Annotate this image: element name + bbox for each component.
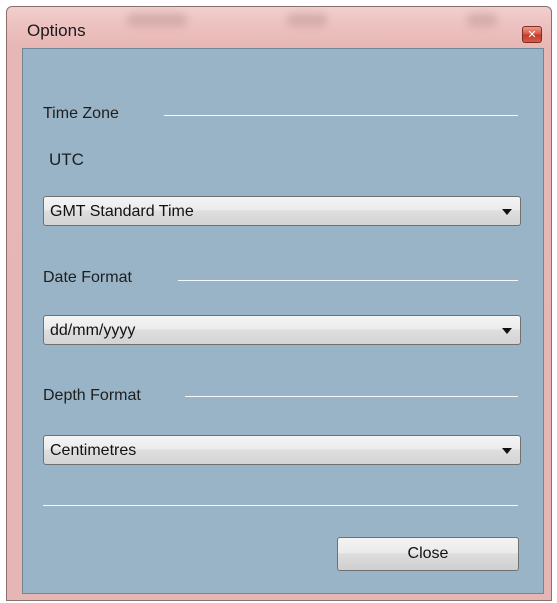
date-format-value: dd/mm/yyyy (50, 322, 136, 339)
time-zone-value: GMT Standard Time (50, 203, 194, 220)
title-bar[interactable]: Options ✕ (7, 7, 551, 47)
time-zone-label: Time Zone (43, 105, 119, 122)
time-zone-dropdown[interactable]: GMT Standard Time (43, 196, 521, 226)
chevron-down-icon (502, 209, 512, 215)
window-title: Options (27, 21, 86, 40)
close-button[interactable]: Close (337, 537, 519, 571)
close-icon: ✕ (527, 28, 537, 41)
time-zone-separator (164, 115, 518, 116)
chevron-down-icon (502, 328, 512, 334)
options-dialog: Options ✕ Time Zone UTC GMT Standard Tim… (6, 6, 552, 601)
window-close-button[interactable]: ✕ (522, 26, 542, 43)
depth-format-dropdown[interactable]: Centimetres (43, 435, 521, 465)
date-format-separator (178, 280, 518, 281)
date-format-label: Date Format (43, 269, 132, 286)
chevron-down-icon (502, 448, 512, 454)
date-format-dropdown[interactable]: dd/mm/yyyy (43, 315, 521, 345)
bottom-separator (43, 505, 518, 506)
depth-format-separator (185, 396, 518, 397)
options-panel: Time Zone UTC GMT Standard Time Date For… (22, 48, 544, 594)
depth-format-label: Depth Format (43, 387, 141, 404)
depth-format-value: Centimetres (50, 442, 137, 459)
current-time-zone: UTC (49, 150, 84, 169)
